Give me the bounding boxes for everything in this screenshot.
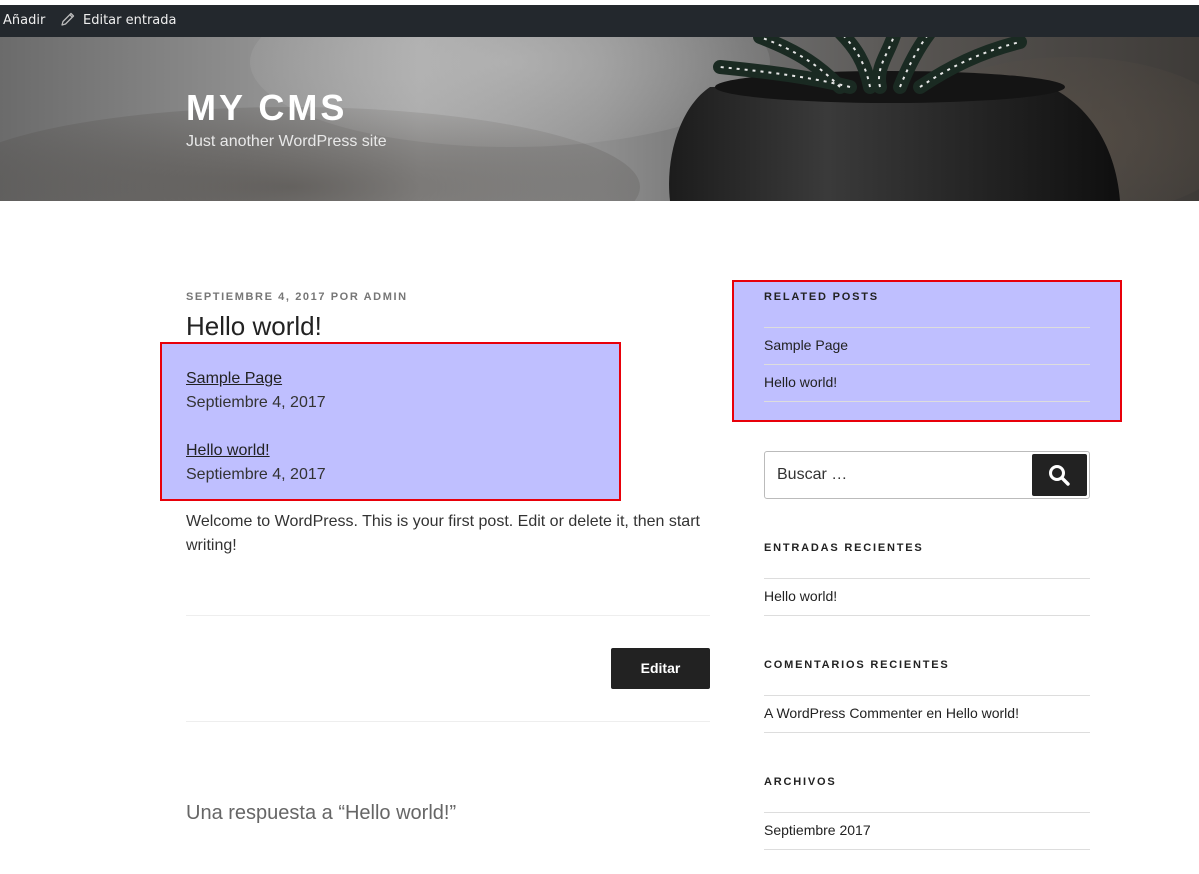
divider: [186, 721, 710, 722]
related-post-date: Septiembre 4, 2017: [186, 466, 326, 483]
site-title[interactable]: MY CMS: [186, 87, 347, 129]
search-button[interactable]: [1032, 454, 1087, 496]
admin-bar: Añadir Editar entrada: [0, 5, 1199, 37]
comment-post-link[interactable]: Hello world!: [946, 705, 1019, 721]
site-tagline: Just another WordPress site: [186, 133, 387, 150]
divider: [764, 732, 1090, 733]
recent-comment-item: A WordPress Commenter en Hello world!: [764, 705, 1019, 721]
archive-link[interactable]: Septiembre 2017: [764, 822, 871, 838]
widget-title-recent-posts: ENTRADAS RECIENTES: [764, 542, 924, 554]
post-author-link[interactable]: ADMIN: [364, 291, 408, 303]
divider: [186, 615, 710, 616]
site-header: MY CMS Just another WordPress site: [0, 37, 1199, 201]
admin-bar-add-link[interactable]: Añadir: [3, 5, 45, 37]
divider: [764, 327, 1090, 328]
search-icon: [1049, 465, 1070, 486]
post-meta-by: POR: [330, 291, 360, 303]
divider: [764, 849, 1090, 850]
comment-on-text: en: [926, 705, 942, 721]
divider: [764, 615, 1090, 616]
divider: [764, 812, 1090, 813]
post-date-link[interactable]: SEPTIEMBRE 4, 2017: [186, 291, 326, 303]
admin-bar-edit-label: Editar entrada: [83, 13, 177, 28]
post-title: Hello world!: [186, 311, 322, 341]
related-post-item: Hello world!: [186, 439, 270, 463]
related-post-link[interactable]: Sample Page: [186, 370, 282, 387]
related-post-link[interactable]: Hello world!: [186, 442, 270, 459]
post-content: Welcome to WordPress. This is your first…: [186, 513, 700, 554]
divider: [764, 401, 1090, 402]
widget-title-recent-comments: COMENTARIOS RECIENTES: [764, 659, 950, 671]
search-input[interactable]: [766, 453, 1026, 497]
admin-bar-edit-link[interactable]: Editar entrada: [60, 5, 176, 37]
comment-author-link[interactable]: A WordPress Commenter: [764, 705, 922, 721]
widget-title-related-posts: RELATED POSTS: [764, 291, 879, 303]
edit-post-button[interactable]: Editar: [611, 648, 710, 689]
divider: [764, 578, 1090, 579]
related-post-date: Septiembre 4, 2017: [186, 394, 326, 411]
related-widget-link[interactable]: Sample Page: [764, 337, 848, 353]
related-posts-inline: Sample Page Septiembre 4, 2017 Hello wor…: [160, 342, 621, 501]
related-widget-link[interactable]: Hello world!: [764, 374, 837, 390]
post-meta: SEPTIEMBRE 4, 2017 POR ADMIN: [186, 291, 408, 303]
related-post-item: Sample Page: [186, 367, 282, 391]
comments-title: Una respuesta a “Hello world!”: [186, 802, 457, 824]
widget-title-archives: ARCHIVOS: [764, 776, 837, 788]
divider: [764, 364, 1090, 365]
recent-post-link[interactable]: Hello world!: [764, 588, 837, 604]
divider: [764, 695, 1090, 696]
header-plant-image: [669, 37, 1120, 201]
search-form: [764, 451, 1090, 499]
pencil-icon: [61, 12, 75, 26]
